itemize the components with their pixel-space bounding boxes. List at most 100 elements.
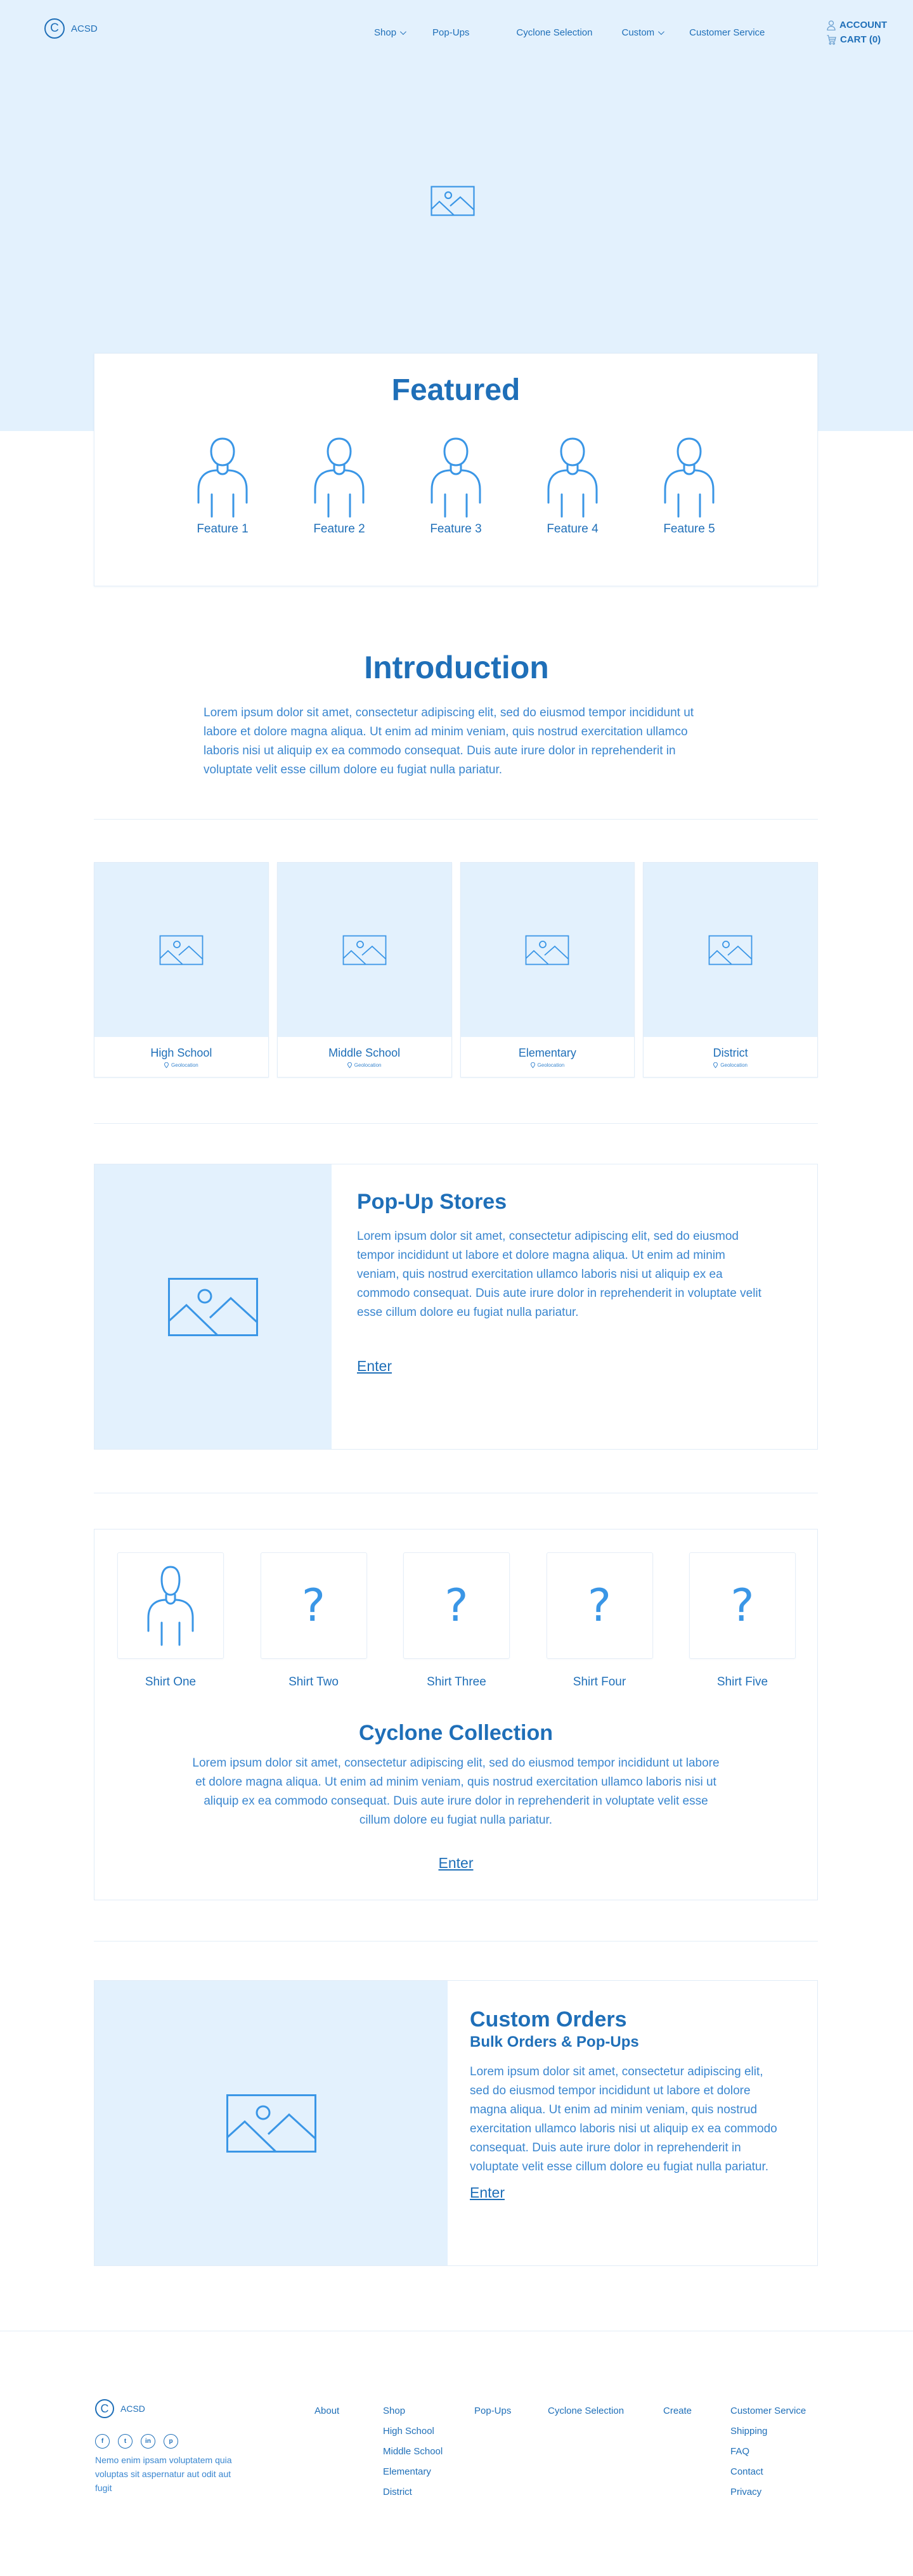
footer-link-contact[interactable]: Contact	[730, 2466, 806, 2477]
nav-customer-service[interactable]: Customer Service	[689, 27, 765, 38]
custom-subtitle: Bulk Orders & Pop-Ups	[470, 2033, 639, 2051]
nav-shop[interactable]: Shop	[374, 27, 406, 38]
person-icon	[147, 1566, 194, 1646]
featured-title: Featured	[391, 373, 521, 407]
custom-enter-link[interactable]: Enter	[470, 2184, 505, 2201]
feature-item[interactable]: Feature 2	[312, 436, 366, 536]
custom-text: Lorem ipsum dolor sit amet, consectetur …	[470, 2065, 777, 2174]
school-name: Elementary	[518, 1046, 576, 1059]
nav-popups-label: Pop-Ups	[432, 27, 470, 38]
cyclone-text: Lorem ipsum dolor sit amet, consectetur …	[192, 1756, 720, 1827]
footer-link-shipping[interactable]: Shipping	[730, 2426, 806, 2437]
shirt-label: Shirt Three	[427, 1675, 486, 1689]
popup-text: Lorem ipsum dolor sit amet, consectetur …	[357, 1230, 761, 1319]
facebook-icon[interactable]: f	[95, 2434, 110, 2449]
featured-section: Featured Feature 1 Feature 2 Feature 3 F…	[94, 353, 818, 586]
cyclone-title: Cyclone Collection	[358, 1721, 554, 1745]
nav-cyclone-selection[interactable]: Cyclone Selection	[516, 27, 592, 38]
footer-col-popups: Pop-Ups	[474, 2405, 511, 2416]
footer-logo[interactable]: C ACSD	[95, 2399, 145, 2418]
shirt-item[interactable]: ? Shirt Four	[546, 1552, 653, 1689]
school-image	[277, 863, 451, 1037]
cyclone-collection-section: Shirt One ? Shirt Two ? Shirt Three ? Sh…	[94, 1529, 818, 1900]
cart-link[interactable]: CART (0)	[827, 32, 887, 47]
footer-link-high-school[interactable]: High School	[383, 2426, 443, 2437]
cart-label: CART (0)	[840, 34, 881, 45]
school-card-middle-school[interactable]: Middle School Geolocation	[276, 862, 452, 1078]
feature-item[interactable]: Feature 4	[545, 436, 600, 536]
footer-col-shop: Shop High School Middle School Elementar…	[383, 2405, 443, 2497]
intro-text: Lorem ipsum dolor sit amet, consectetur …	[204, 706, 694, 776]
footer-link-about[interactable]: About	[314, 2405, 339, 2416]
question-mark-icon: ?	[444, 1580, 469, 1632]
school-image	[460, 863, 635, 1037]
school-location: Geolocation	[713, 1062, 748, 1068]
shirt-item[interactable]: ? Shirt Two	[260, 1552, 367, 1689]
shirt-label: Shirt Five	[716, 1675, 768, 1689]
footer-link-create[interactable]: Create	[663, 2405, 692, 2416]
pinterest-icon[interactable]: p	[164, 2434, 178, 2449]
shirt-item[interactable]: ? Shirt Five	[689, 1552, 796, 1689]
school-card-high-school[interactable]: High School Geolocation	[94, 862, 269, 1078]
shirt-image: ?	[403, 1552, 510, 1659]
school-image	[644, 863, 817, 1037]
person-icon	[664, 437, 715, 518]
popup-stores-section: Pop-Up Stores Lorem ipsum dolor sit amet…	[94, 1164, 818, 1450]
footer-col-customer-service: Customer Service Shipping FAQ Contact Pr…	[730, 2405, 806, 2497]
school-name: High School	[150, 1046, 212, 1059]
footer-link-shop[interactable]: Shop	[383, 2405, 443, 2416]
account-label: ACCOUNT	[839, 20, 887, 30]
shirt-label: Shirt One	[145, 1675, 197, 1689]
nav-cyclone-label: Cyclone Selection	[516, 27, 593, 38]
logo-mark-icon: C	[44, 18, 65, 39]
linkedin-icon[interactable]: in	[141, 2434, 155, 2449]
nav-popups[interactable]: Pop-Ups	[432, 27, 469, 38]
feature-item[interactable]: Feature 5	[662, 436, 716, 536]
feature-item[interactable]: Feature 3	[429, 436, 483, 536]
shirt-image	[117, 1552, 224, 1659]
footer-link-elementary[interactable]: Elementary	[383, 2466, 443, 2477]
map-pin-icon	[530, 1062, 535, 1068]
image-placeholder-icon	[226, 2094, 316, 2153]
cart-icon	[827, 34, 836, 44]
footer-link-middle-school[interactable]: Middle School	[383, 2446, 443, 2457]
nav-shop-label: Shop	[374, 27, 397, 38]
footer-tagline: Nemo enim ipsam voluptatem quia voluptas…	[95, 2455, 232, 2493]
features-row: Feature 1 Feature 2 Feature 3 Feature 4 …	[94, 436, 817, 536]
footer-link-privacy[interactable]: Privacy	[730, 2487, 806, 2497]
brand-logo[interactable]: C ACSD	[44, 18, 98, 39]
shirt-label: Shirt Two	[288, 1675, 339, 1689]
shirt-item[interactable]: ? Shirt Three	[403, 1552, 510, 1689]
brand-name: ACSD	[71, 23, 98, 34]
chevron-down-icon	[658, 28, 665, 35]
nav-custom[interactable]: Custom	[621, 27, 665, 38]
popup-title: Pop-Up Stores	[357, 1190, 507, 1214]
shirt-item[interactable]: Shirt One	[117, 1552, 224, 1689]
popup-enter-link[interactable]: Enter	[357, 1358, 392, 1375]
person-icon	[547, 437, 598, 518]
person-icon	[314, 437, 365, 518]
footer-link-cyclone-selection[interactable]: Cyclone Selection	[548, 2405, 624, 2416]
account-link[interactable]: ACCOUNT	[827, 18, 887, 32]
cyclone-enter-link[interactable]: Enter	[439, 1855, 474, 1872]
twitter-icon[interactable]: t	[118, 2434, 133, 2449]
school-location: Geolocation	[530, 1062, 565, 1068]
footer-link-customer-service[interactable]: Customer Service	[730, 2405, 806, 2416]
feature-item[interactable]: Feature 1	[195, 436, 250, 536]
location-text: Geolocation	[537, 1062, 565, 1068]
question-mark-icon: ?	[301, 1580, 326, 1632]
school-cards: High School Geolocation Middle School Ge…	[94, 862, 818, 1078]
intro-title: Introduction	[364, 650, 549, 685]
location-text: Geolocation	[354, 1062, 382, 1068]
footer-link-faq[interactable]: FAQ	[730, 2446, 806, 2457]
footer-link-popups[interactable]: Pop-Ups	[474, 2405, 511, 2416]
footer-link-district[interactable]: District	[383, 2487, 443, 2497]
feature-label: Feature 5	[663, 522, 715, 536]
school-name: Middle School	[328, 1046, 401, 1059]
image-placeholder-icon	[431, 186, 475, 216]
school-card-elementary[interactable]: Elementary Geolocation	[460, 862, 635, 1078]
map-pin-icon	[347, 1062, 352, 1068]
logo-mark-icon: C	[95, 2399, 114, 2418]
school-card-district[interactable]: District Geolocation	[643, 862, 818, 1078]
footer-col-cyclone: Cyclone Selection	[548, 2405, 624, 2416]
